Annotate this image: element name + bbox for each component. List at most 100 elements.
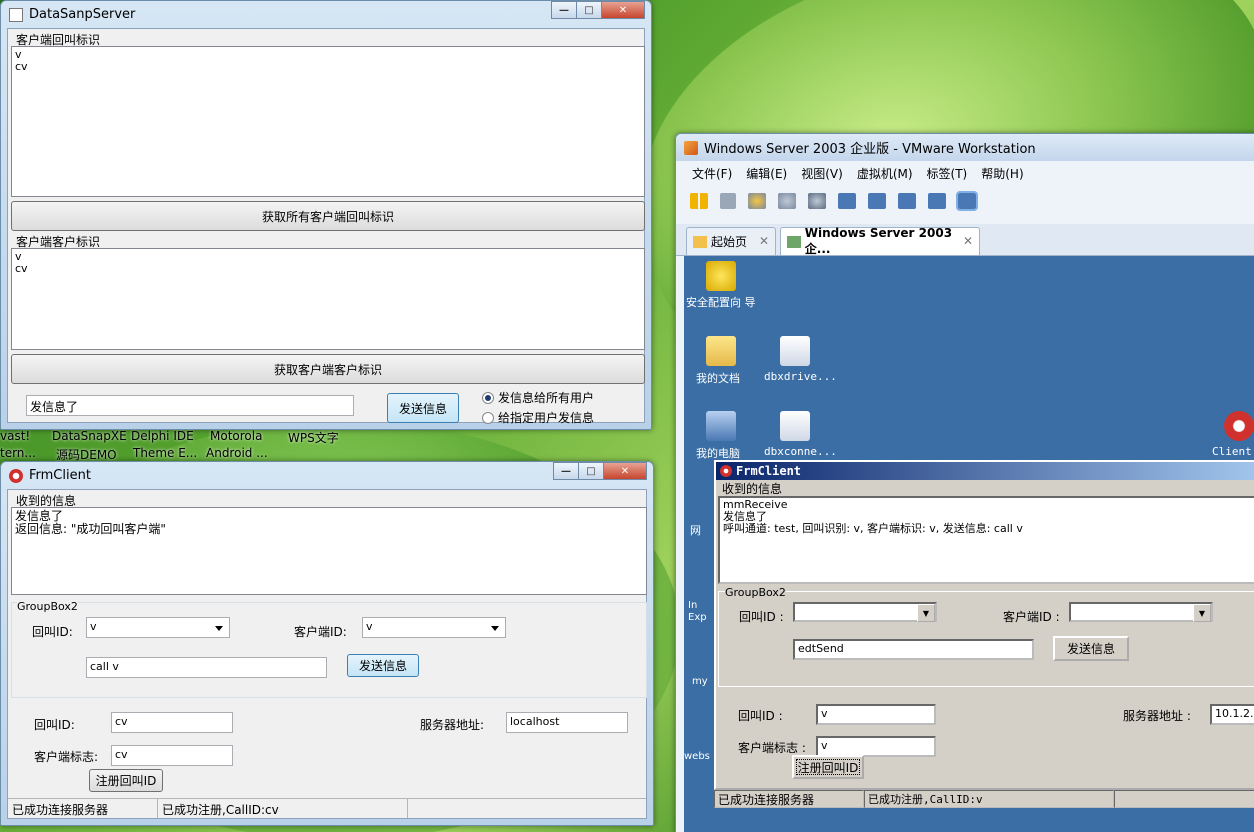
client-id-combo[interactable]: v	[362, 617, 506, 638]
desktop-shortcut-label[interactable]: vast!	[0, 429, 30, 443]
menu-edit[interactable]: 编辑(E)	[746, 165, 787, 182]
reg-callback-input[interactable]: v	[816, 704, 936, 725]
client-app-icon[interactable]	[1224, 411, 1254, 441]
maximize-button[interactable]: □	[578, 462, 604, 480]
desktop-icon-label[interactable]: 网	[690, 522, 701, 538]
desktop-icon-label[interactable]: dbxdrive...	[764, 370, 837, 383]
client-tag-input[interactable]: v	[816, 736, 936, 757]
radio-all-users[interactable]: 发信息给所有用户	[482, 389, 594, 406]
snapshot-icon[interactable]	[748, 193, 766, 209]
reg-callback-input[interactable]: cv	[111, 712, 233, 733]
config-file-icon[interactable]	[780, 411, 810, 441]
my-documents-icon[interactable]	[706, 336, 736, 366]
window-title: Windows Server 2003 企业版 - VMware Worksta…	[704, 142, 1036, 157]
tab-label: Windows Server 2003 企...	[804, 226, 953, 256]
snapshot-manager-icon[interactable]	[808, 193, 826, 209]
desktop-icon-label[interactable]: Client...	[1212, 445, 1254, 458]
client-id-list[interactable]: v cv	[11, 248, 645, 350]
server-address-label: 服务器地址 :	[1123, 709, 1191, 723]
get-callbacks-button[interactable]: 获取所有客户端回叫标识	[11, 201, 645, 231]
desktop-icon-label[interactable]: my	[692, 676, 708, 687]
server-address-input[interactable]: 10.1.2.1	[1210, 704, 1254, 725]
app-logo-icon	[720, 465, 732, 477]
close-button[interactable]: ✕	[603, 462, 647, 480]
received-messages[interactable]: 发信息了 返回信息: "成功回叫客户端"	[11, 507, 647, 595]
register-callback-button[interactable]: 注册回叫ID	[89, 769, 163, 792]
tab-home[interactable]: 起始页 ✕	[686, 227, 776, 255]
radio-label: 给指定用户发信息	[498, 411, 595, 425]
server-titlebar[interactable]: DataSanpServer — □ ✕	[1, 1, 651, 28]
tab-vm[interactable]: Windows Server 2003 企... ✕	[780, 226, 980, 256]
sidebar-toggle-icon[interactable]	[838, 193, 856, 209]
pause-icon[interactable]	[690, 193, 708, 209]
console-view-icon[interactable]	[868, 193, 886, 209]
revert-snapshot-icon[interactable]	[778, 193, 796, 209]
desktop-shortcut-label[interactable]: Motorola	[210, 429, 262, 443]
desktop-icon-label[interactable]: In	[688, 600, 697, 611]
send-message-button[interactable]: 发送信息	[1053, 636, 1129, 661]
menu-tabs[interactable]: 标签(T)	[927, 165, 968, 182]
send-input[interactable]: edtSend	[793, 639, 1034, 660]
client-window: FrmClient — □ ✕ 收到的信息 发信息了 返回信息: "成功回叫客户…	[0, 461, 654, 826]
register-callback-button[interactable]: 注册回叫ID	[792, 755, 864, 779]
desktop-shortcut-label[interactable]: Theme E...	[133, 446, 197, 460]
menu-vm[interactable]: 虚拟机(M)	[857, 165, 913, 182]
my-computer-icon[interactable]	[706, 411, 736, 441]
send-message-button[interactable]: 发送信息	[387, 393, 459, 423]
config-file-icon[interactable]	[780, 336, 810, 366]
guest-titlebar[interactable]: FrmClient	[716, 462, 1254, 480]
radio-specific-user[interactable]: 给指定用户发信息	[482, 409, 594, 426]
status-registration: 已成功注册,CallID:v	[864, 790, 1114, 808]
menu-view[interactable]: 视图(V)	[801, 165, 843, 182]
status-registration: 已成功注册,CallID:cv	[158, 799, 408, 818]
desktop-icon-label[interactable]: dbxconne...	[764, 445, 837, 458]
callback-id-list[interactable]: v cv	[11, 46, 645, 197]
vmware-titlebar[interactable]: Windows Server 2003 企业版 - VMware Worksta…	[676, 134, 1254, 161]
send-input[interactable]: call v	[86, 657, 327, 678]
desktop-shortcut-label[interactable]: tern...	[0, 446, 36, 460]
server-window: DataSanpServer — □ ✕ 客户端回叫标识 v cv 获取所有客户…	[0, 0, 652, 430]
minimize-button[interactable]: —	[553, 462, 579, 480]
vmware-window: Windows Server 2003 企业版 - VMware Worksta…	[675, 133, 1254, 832]
app-logo-icon	[9, 468, 23, 483]
client-tag-label: 客户端标志 :	[738, 741, 806, 755]
tab-strip: 起始页 ✕ Windows Server 2003 企... ✕	[676, 224, 1254, 256]
message-input[interactable]: 发信息了	[26, 395, 354, 416]
desktop-icon-label[interactable]: 我的电脑	[696, 445, 740, 461]
get-clients-button[interactable]: 获取客户端客户标识	[11, 354, 645, 384]
server-address-input[interactable]: localhost	[506, 712, 628, 733]
security-wizard-icon[interactable]	[706, 261, 736, 291]
menu-help[interactable]: 帮助(H)	[981, 165, 1023, 182]
minimize-button[interactable]: —	[551, 1, 577, 19]
window-title: FrmClient	[29, 468, 91, 483]
quick-switch-icon[interactable]	[956, 191, 978, 211]
unity-icon[interactable]	[928, 193, 946, 209]
network-icon[interactable]	[720, 193, 736, 209]
desktop-shortcut-label[interactable]: Delphi IDE	[131, 429, 194, 443]
fullscreen-icon[interactable]	[898, 193, 916, 209]
desktop-icon-label[interactable]: Exp	[688, 612, 707, 623]
send-message-button[interactable]: 发送信息	[347, 654, 419, 677]
callback-id-combo[interactable]	[793, 602, 937, 622]
tab-close-icon[interactable]: ✕	[759, 234, 769, 248]
client-titlebar[interactable]: FrmClient — □ ✕	[1, 462, 653, 489]
close-button[interactable]: ✕	[601, 1, 645, 19]
desktop-shortcut-label[interactable]: DataSnapXE	[52, 429, 127, 443]
desktop-shortcut-label[interactable]: Android ...	[206, 446, 268, 460]
received-messages[interactable]: mmReceive 发信息了 呼叫通道: test, 回叫识别: v, 客户端标…	[718, 496, 1254, 584]
groupbox: GroupBox2 回叫ID: v 客户端ID: v call v 发送信息	[11, 600, 647, 698]
desktop-icon-label[interactable]: webs	[684, 751, 710, 762]
tab-close-icon[interactable]: ✕	[963, 234, 973, 248]
callback-id-combo[interactable]: v	[86, 617, 230, 638]
toolbar	[676, 185, 1254, 217]
desktop-icon-label[interactable]: 安全配置向 导	[686, 294, 756, 310]
server-address-label: 服务器地址:	[420, 718, 485, 732]
client-id-combo[interactable]	[1069, 602, 1213, 622]
maximize-button[interactable]: □	[576, 1, 602, 19]
menu-file[interactable]: 文件(F)	[692, 165, 732, 182]
desktop-shortcut-label[interactable]: WPS文字	[288, 429, 339, 446]
callback-id-label: 回叫ID :	[739, 610, 784, 624]
desktop-icon-label[interactable]: 我的文档	[696, 370, 740, 386]
groupbox-label: GroupBox2	[17, 600, 78, 613]
client-tag-input[interactable]: cv	[111, 745, 233, 766]
